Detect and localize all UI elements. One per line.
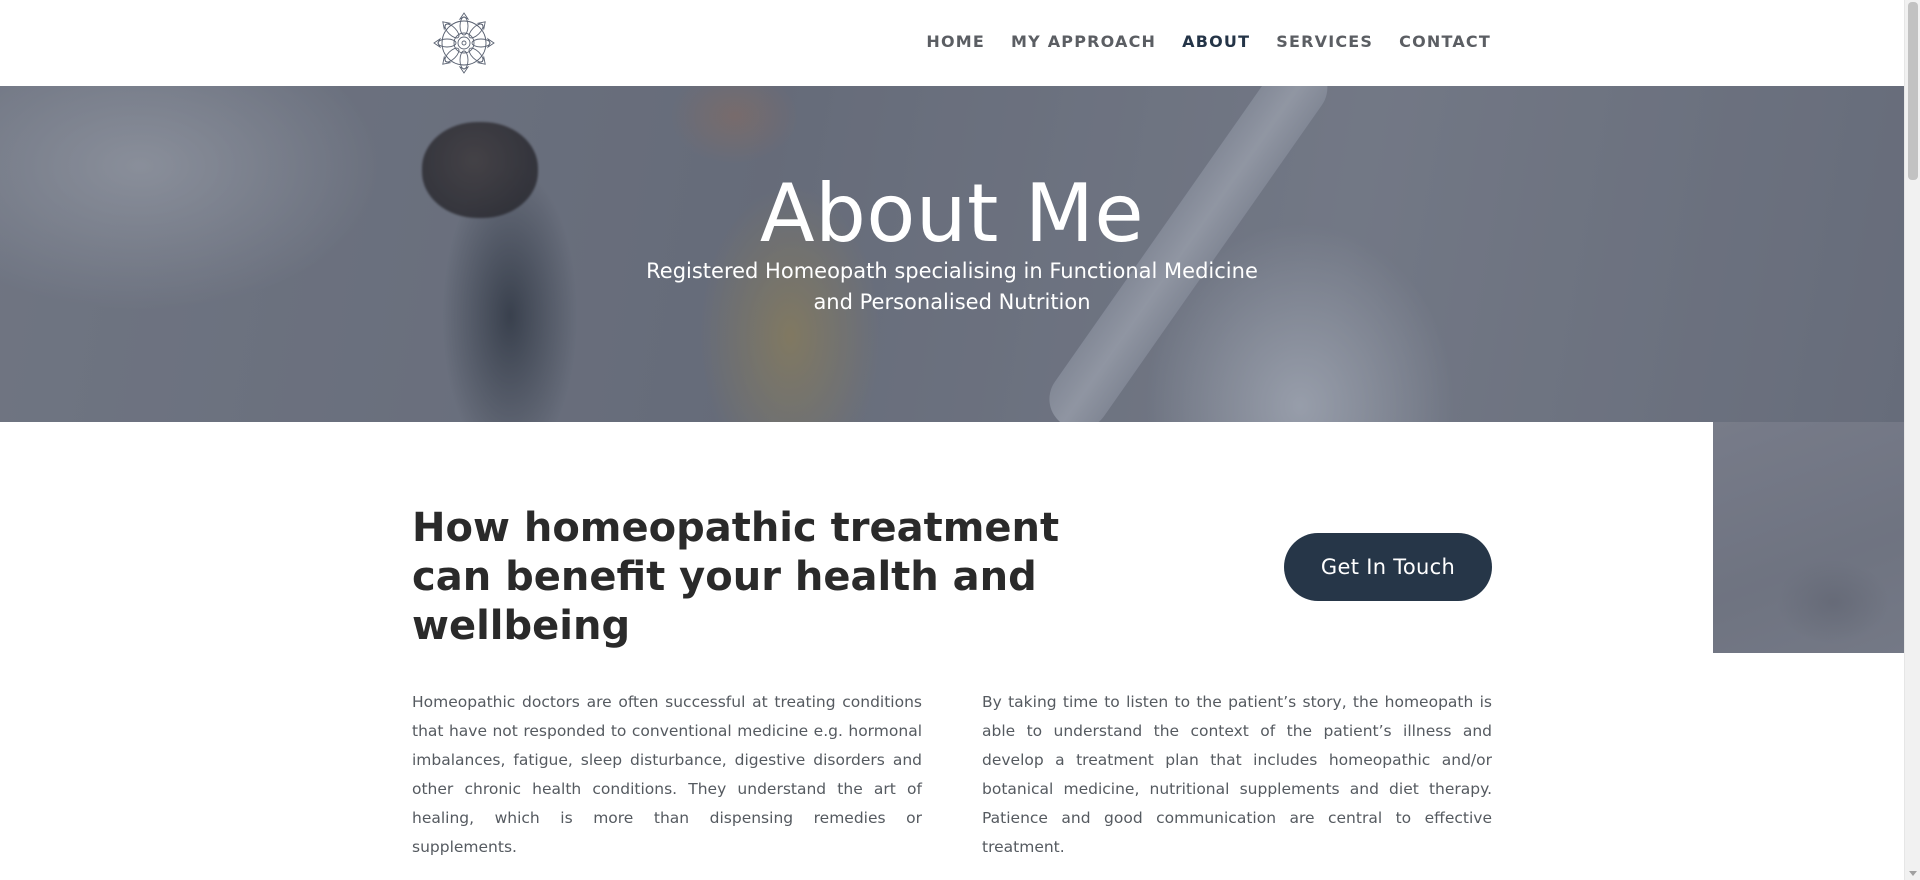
mandala-logo-icon[interactable] [433, 12, 495, 74]
hero-subtitle: Registered Homeopath specialising in Fun… [0, 256, 1904, 318]
side-image-strip [1713, 422, 1904, 653]
hero-title: About Me [759, 167, 1145, 260]
hero-subtitle-line-1: Registered Homeopath specialising in Fun… [646, 259, 1258, 283]
main-nav: HOME MY APPROACH ABOUT SERVICES CONTACT [926, 32, 1491, 52]
scrollbar-thumb[interactable] [1908, 2, 1918, 180]
section-heading: How homeopathic treatment can benefit yo… [412, 505, 1060, 649]
nav-home[interactable]: HOME [926, 32, 985, 52]
page-scrollbar[interactable] [1904, 0, 1920, 880]
get-in-touch-button[interactable]: Get In Touch [1284, 533, 1492, 601]
nav-services[interactable]: SERVICES [1276, 32, 1373, 52]
main-content: How homeopathic treatment can benefit yo… [0, 422, 1713, 880]
paragraph-left: Homeopathic doctors are often successful… [412, 693, 922, 856]
hero-subtitle-line-2: and Personalised Nutrition [813, 290, 1091, 314]
nav-contact[interactable]: CONTACT [1399, 32, 1491, 52]
paragraph-right: By taking time to listen to the patient’… [982, 693, 1492, 856]
nav-about[interactable]: ABOUT [1182, 32, 1250, 52]
hero-banner: About Me Registered Homeopath specialisi… [0, 86, 1904, 422]
nav-my-approach[interactable]: MY APPROACH [1011, 32, 1156, 52]
scroll-down-arrow-icon[interactable] [1909, 871, 1917, 876]
site-header: HOME MY APPROACH ABOUT SERVICES CONTACT [0, 0, 1904, 86]
page: HOME MY APPROACH ABOUT SERVICES CONTACT … [0, 0, 1904, 880]
